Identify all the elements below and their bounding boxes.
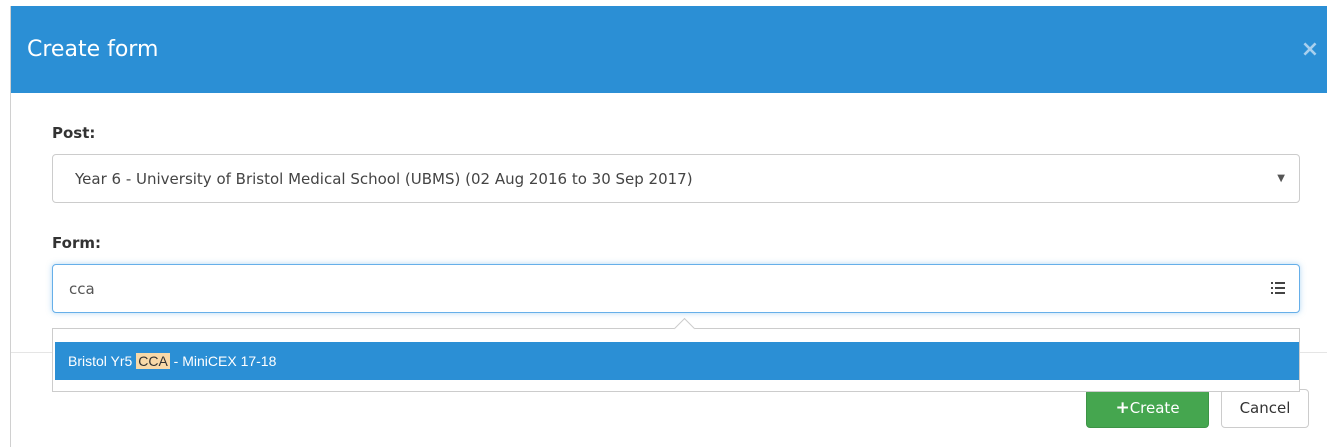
autocomplete-dropdown: Bristol Yr5 CCA - MiniCEX 17-18: [52, 317, 1300, 392]
caret-down-icon: ▼: [1277, 173, 1285, 184]
form-search-input[interactable]: cca: [52, 264, 1300, 313]
modal-title: Create form: [27, 37, 159, 62]
dropdown-item-label: Bristol Yr5 CCA - MiniCEX 17-18: [68, 352, 276, 370]
form-label: Form:: [52, 234, 101, 252]
list-icon[interactable]: [1271, 282, 1285, 294]
post-select[interactable]: Year 6 - University of Bristol Medical S…: [52, 154, 1300, 203]
item-prefix: Bristol Yr5: [68, 353, 137, 369]
dropdown-item[interactable]: Bristol Yr5 CCA - MiniCEX 17-18: [55, 342, 1299, 380]
cancel-button[interactable]: Cancel: [1221, 389, 1309, 428]
create-form-modal: Create form × Post: Year 6 - University …: [10, 6, 1327, 447]
modal-header: Create form ×: [11, 6, 1327, 93]
create-button-label: Create: [1129, 399, 1180, 417]
dropdown-pointer: [673, 317, 696, 340]
post-select-value: Year 6 - University of Bristol Medical S…: [75, 170, 693, 188]
item-suffix: - MiniCEX 17-18: [169, 353, 277, 369]
close-icon[interactable]: ×: [1300, 37, 1320, 63]
form-search-value: cca: [69, 280, 95, 298]
post-label: Post:: [52, 124, 96, 142]
plus-icon: +: [1115, 398, 1130, 418]
search-match-highlight: CCA: [136, 353, 170, 369]
create-button[interactable]: +Create: [1086, 389, 1209, 428]
